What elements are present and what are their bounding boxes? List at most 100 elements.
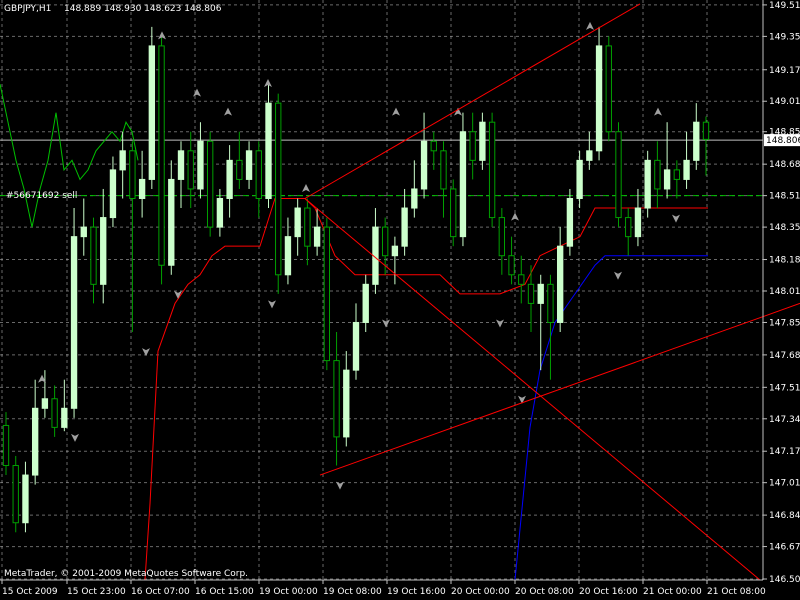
y-tick-label: 148.350 [769,223,800,233]
candle-body [576,159,583,199]
candle [323,217,331,371]
candle-body [294,207,301,238]
candle [605,36,612,142]
candle-body [673,169,681,180]
chart-header-symbol: GBPJPY,H1 [4,4,51,14]
candle-body [537,283,544,304]
candle-body [527,283,535,304]
candle-body [343,369,350,438]
candle-body [693,121,700,161]
candle [459,112,467,247]
x-tick-label: 16 Oct 15:00 [195,587,254,597]
candle-body [469,131,476,161]
candle-body [100,217,107,285]
candle-body [391,245,399,257]
x-tick-label: 19 Oct 08:00 [323,587,382,597]
candle-body [518,274,525,285]
candle-body [352,321,360,371]
candle-body [634,207,642,238]
candle [275,93,282,294]
candle-body [109,169,117,219]
y-tick-label: 148.180 [769,256,800,266]
candle [70,208,78,418]
candle [615,122,622,228]
candle-body [488,121,496,219]
candle-body [333,360,340,438]
candle [595,26,603,161]
y-tick-label: 147.680 [769,351,800,361]
y-tick-label: 149.010 [769,97,800,107]
candle-body [401,207,408,247]
chart-header-ohlc: 148.889 148.930 148.623 148.806 [64,4,222,14]
price-chart[interactable]: 149.515149.350149.175149.010148.850148.6… [0,0,800,600]
candle-body [556,245,564,323]
candle [450,179,457,247]
candle-body [216,197,224,228]
candle-body [702,121,710,140]
candle-body [70,236,78,409]
candle-body [51,398,58,428]
copyright-text: MetaTrader, © 2001-2009 MetaQuotes Softw… [4,569,248,579]
y-tick-label: 147.850 [769,318,800,328]
y-tick-label: 146.675 [769,543,800,553]
x-tick-label: 15 Oct 2009 [2,587,58,597]
x-tick-label: 20 Oct 16:00 [579,587,638,597]
candle-body [275,102,282,276]
x-tick-label: 20 Oct 08:00 [515,587,574,597]
y-tick-label: 147.010 [769,479,800,489]
candle-body [61,407,68,428]
candle-body [168,178,175,266]
candle [158,36,165,285]
candle-body [197,140,204,190]
x-tick-label: 21 Oct 08:00 [707,587,766,597]
candle-body [411,188,418,209]
candle-body [255,150,262,199]
candle [265,84,272,209]
candle-body [119,150,126,171]
candle-body [80,226,87,238]
y-tick-label: 147.510 [769,383,800,393]
candle-body [479,121,486,161]
candle-body [304,207,311,247]
candle-body [566,197,574,247]
candle [644,150,651,218]
candle-body [440,150,447,190]
candle-body [595,45,603,152]
candle-body [158,45,165,266]
candle-body [90,226,97,285]
y-tick-label: 149.515 [769,1,800,11]
candle-body [187,150,194,190]
x-tick-label: 15 Oct 23:00 [67,587,126,597]
candle-body [138,178,146,199]
current-price-label: 148.806 [766,136,800,146]
candle-body [129,150,136,199]
candle-body [284,236,292,276]
candle [148,26,156,189]
candle-body [605,45,612,133]
candle-body [265,102,272,199]
candle [12,455,19,533]
y-tick-label: 146.840 [769,511,800,521]
candle-body [683,159,690,180]
candle-body [381,226,389,257]
y-tick-label: 149.175 [769,66,800,76]
candle-body [323,226,331,362]
candle-body [31,407,39,476]
candle-body [508,255,515,276]
candle [488,112,496,228]
candle-body [148,45,156,180]
candle-body [41,398,49,409]
y-tick-label: 146.505 [769,575,800,585]
candle-body [236,159,243,180]
candle-body [586,150,593,161]
x-tick-label: 21 Oct 00:00 [643,587,702,597]
x-tick-label: 20 Oct 00:00 [451,587,510,597]
candle-body [663,169,671,190]
candle-body [12,465,19,524]
candle-body [644,159,651,209]
candle-body [226,159,233,199]
chart-background [0,0,800,600]
candle-body [459,131,467,238]
y-tick-label: 149.350 [769,32,800,42]
y-tick-label: 147.175 [769,447,800,457]
